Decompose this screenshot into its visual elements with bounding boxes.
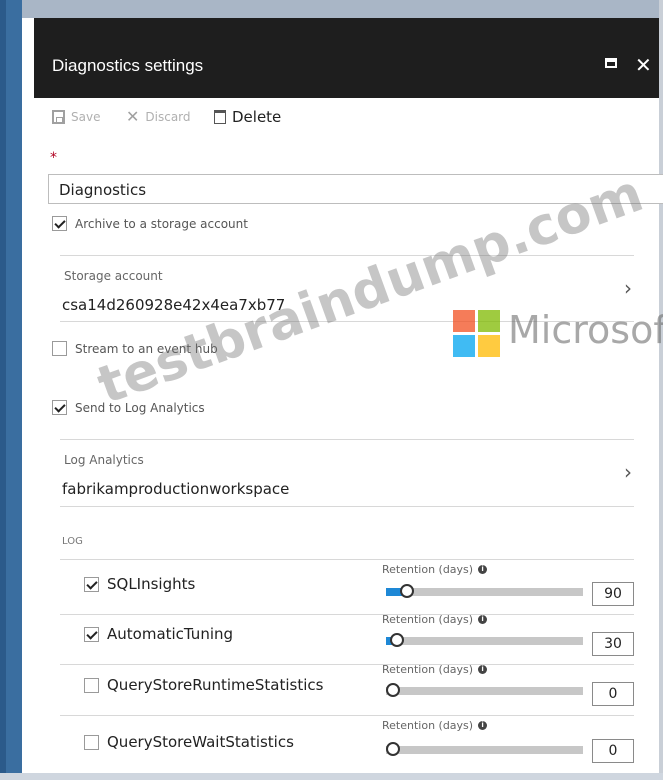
divider bbox=[60, 506, 634, 507]
divider bbox=[60, 614, 634, 615]
diagnostic-name-input[interactable]: Diagnostics bbox=[48, 174, 663, 204]
retention-days-input[interactable]: 0 bbox=[592, 682, 634, 706]
background-window-right bbox=[659, 0, 663, 780]
retention-label: Retention (days) i bbox=[382, 663, 488, 676]
retention-slider[interactable] bbox=[386, 633, 583, 647]
retention-days-input[interactable]: 90 bbox=[592, 582, 634, 606]
background-window-top bbox=[0, 0, 663, 18]
retention-slider-thumb[interactable] bbox=[390, 633, 404, 647]
storage-account-selector[interactable]: Storage account csa14d260928e42x4ea7xb77… bbox=[60, 256, 634, 322]
background-window-left bbox=[0, 0, 22, 780]
divider bbox=[60, 559, 634, 560]
send-log-analytics-checkbox-row[interactable]: Send to Log Analytics bbox=[52, 400, 205, 415]
discard-label: Discard bbox=[145, 110, 191, 124]
stream-event-hub-checkbox[interactable] bbox=[52, 341, 67, 356]
info-icon[interactable]: i bbox=[478, 721, 488, 730]
log-category-label: QueryStoreRuntimeStatistics bbox=[107, 676, 324, 694]
log-category[interactable]: QueryStoreRuntimeStatistics bbox=[84, 676, 323, 694]
retention-slider-thumb[interactable] bbox=[386, 683, 400, 697]
save-button[interactable]: Save bbox=[52, 110, 100, 124]
divider bbox=[60, 664, 634, 665]
log-row-sqlinsights: SQLInsights Retention (days) i 90 bbox=[60, 563, 634, 615]
send-log-analytics-label: Send to Log Analytics bbox=[75, 400, 205, 415]
log-category[interactable]: AutomaticTuning bbox=[84, 625, 233, 643]
send-log-analytics-checkbox[interactable] bbox=[52, 400, 67, 415]
trash-icon bbox=[214, 110, 226, 124]
log-analytics-label: Log Analytics bbox=[64, 453, 144, 467]
discard-icon: ✕ bbox=[126, 107, 140, 126]
delete-label: Delete bbox=[232, 108, 282, 126]
retention-slider-thumb[interactable] bbox=[400, 584, 414, 598]
retention-label-text: Retention (days) bbox=[382, 613, 474, 626]
retention-label-text: Retention (days) bbox=[382, 719, 474, 732]
log-category-checkbox[interactable] bbox=[84, 734, 99, 750]
stream-event-hub-checkbox-row[interactable]: Stream to an event hub bbox=[52, 341, 218, 356]
retention-slider[interactable] bbox=[386, 683, 583, 697]
retention-label-text: Retention (days) bbox=[382, 663, 474, 676]
save-icon bbox=[52, 110, 65, 124]
log-category-checkbox[interactable] bbox=[84, 677, 99, 693]
log-category[interactable]: QueryStoreWaitStatistics bbox=[84, 733, 294, 751]
diagnostics-settings-blade: Diagnostics settings ✕ Save ✕ Discard De… bbox=[34, 18, 663, 773]
stream-event-hub-label: Stream to an event hub bbox=[75, 341, 218, 356]
chevron-right-icon: › bbox=[624, 276, 632, 300]
close-icon[interactable]: ✕ bbox=[635, 53, 652, 77]
log-row-automatictuning: AutomaticTuning Retention (days) i 30 bbox=[60, 613, 634, 666]
log-section-label: LOG bbox=[62, 536, 83, 547]
archive-storage-label: Archive to a storage account bbox=[75, 216, 248, 231]
log-category-label: QueryStoreWaitStatistics bbox=[107, 733, 294, 751]
title-bar: Diagnostics settings ✕ bbox=[34, 18, 659, 98]
required-indicator: * bbox=[50, 150, 57, 166]
retention-slider[interactable] bbox=[386, 584, 583, 598]
log-category[interactable]: SQLInsights bbox=[84, 575, 195, 593]
log-row-querystorewaitstatistics: QueryStoreWaitStatistics Retention (days… bbox=[60, 719, 634, 769]
archive-storage-checkbox[interactable] bbox=[52, 216, 67, 231]
info-icon[interactable]: i bbox=[478, 665, 488, 674]
retention-days-input[interactable]: 30 bbox=[592, 632, 634, 656]
log-category-checkbox[interactable] bbox=[84, 576, 99, 592]
log-category-label: AutomaticTuning bbox=[107, 625, 234, 643]
archive-storage-checkbox-row[interactable]: Archive to a storage account bbox=[52, 216, 248, 231]
retention-label: Retention (days) i bbox=[382, 563, 488, 576]
log-analytics-selector[interactable]: Log Analytics fabrikamproductionworkspac… bbox=[60, 440, 634, 506]
delete-button[interactable]: Delete bbox=[214, 108, 281, 126]
retention-slider[interactable] bbox=[386, 742, 583, 756]
retention-label: Retention (days) i bbox=[382, 719, 488, 732]
log-row-querystoreruntimestatistics: QueryStoreRuntimeStatistics Retention (d… bbox=[60, 663, 634, 716]
background-window-inner bbox=[6, 0, 22, 780]
background-window-bottom bbox=[0, 773, 663, 780]
maximize-icon[interactable] bbox=[605, 58, 617, 68]
log-category-label: SQLInsights bbox=[107, 575, 196, 593]
retention-label: Retention (days) i bbox=[382, 613, 488, 626]
info-icon[interactable]: i bbox=[478, 565, 488, 574]
retention-days-input[interactable]: 0 bbox=[592, 739, 634, 763]
toolbar: Save ✕ Discard Delete bbox=[34, 98, 659, 138]
info-icon[interactable]: i bbox=[478, 615, 488, 624]
storage-account-label: Storage account bbox=[64, 269, 163, 283]
divider bbox=[60, 715, 634, 716]
discard-button[interactable]: ✕ Discard bbox=[126, 107, 191, 126]
divider bbox=[60, 321, 634, 322]
retention-slider-thumb[interactable] bbox=[386, 742, 400, 756]
log-category-checkbox[interactable] bbox=[84, 626, 99, 642]
storage-account-value: csa14d260928e42x4ea7xb77 bbox=[62, 296, 286, 314]
save-label: Save bbox=[71, 110, 101, 124]
retention-label-text: Retention (days) bbox=[382, 563, 474, 576]
log-analytics-value: fabrikamproductionworkspace bbox=[62, 480, 290, 498]
blade-title: Diagnostics settings bbox=[52, 56, 204, 75]
chevron-right-icon: › bbox=[624, 460, 632, 484]
